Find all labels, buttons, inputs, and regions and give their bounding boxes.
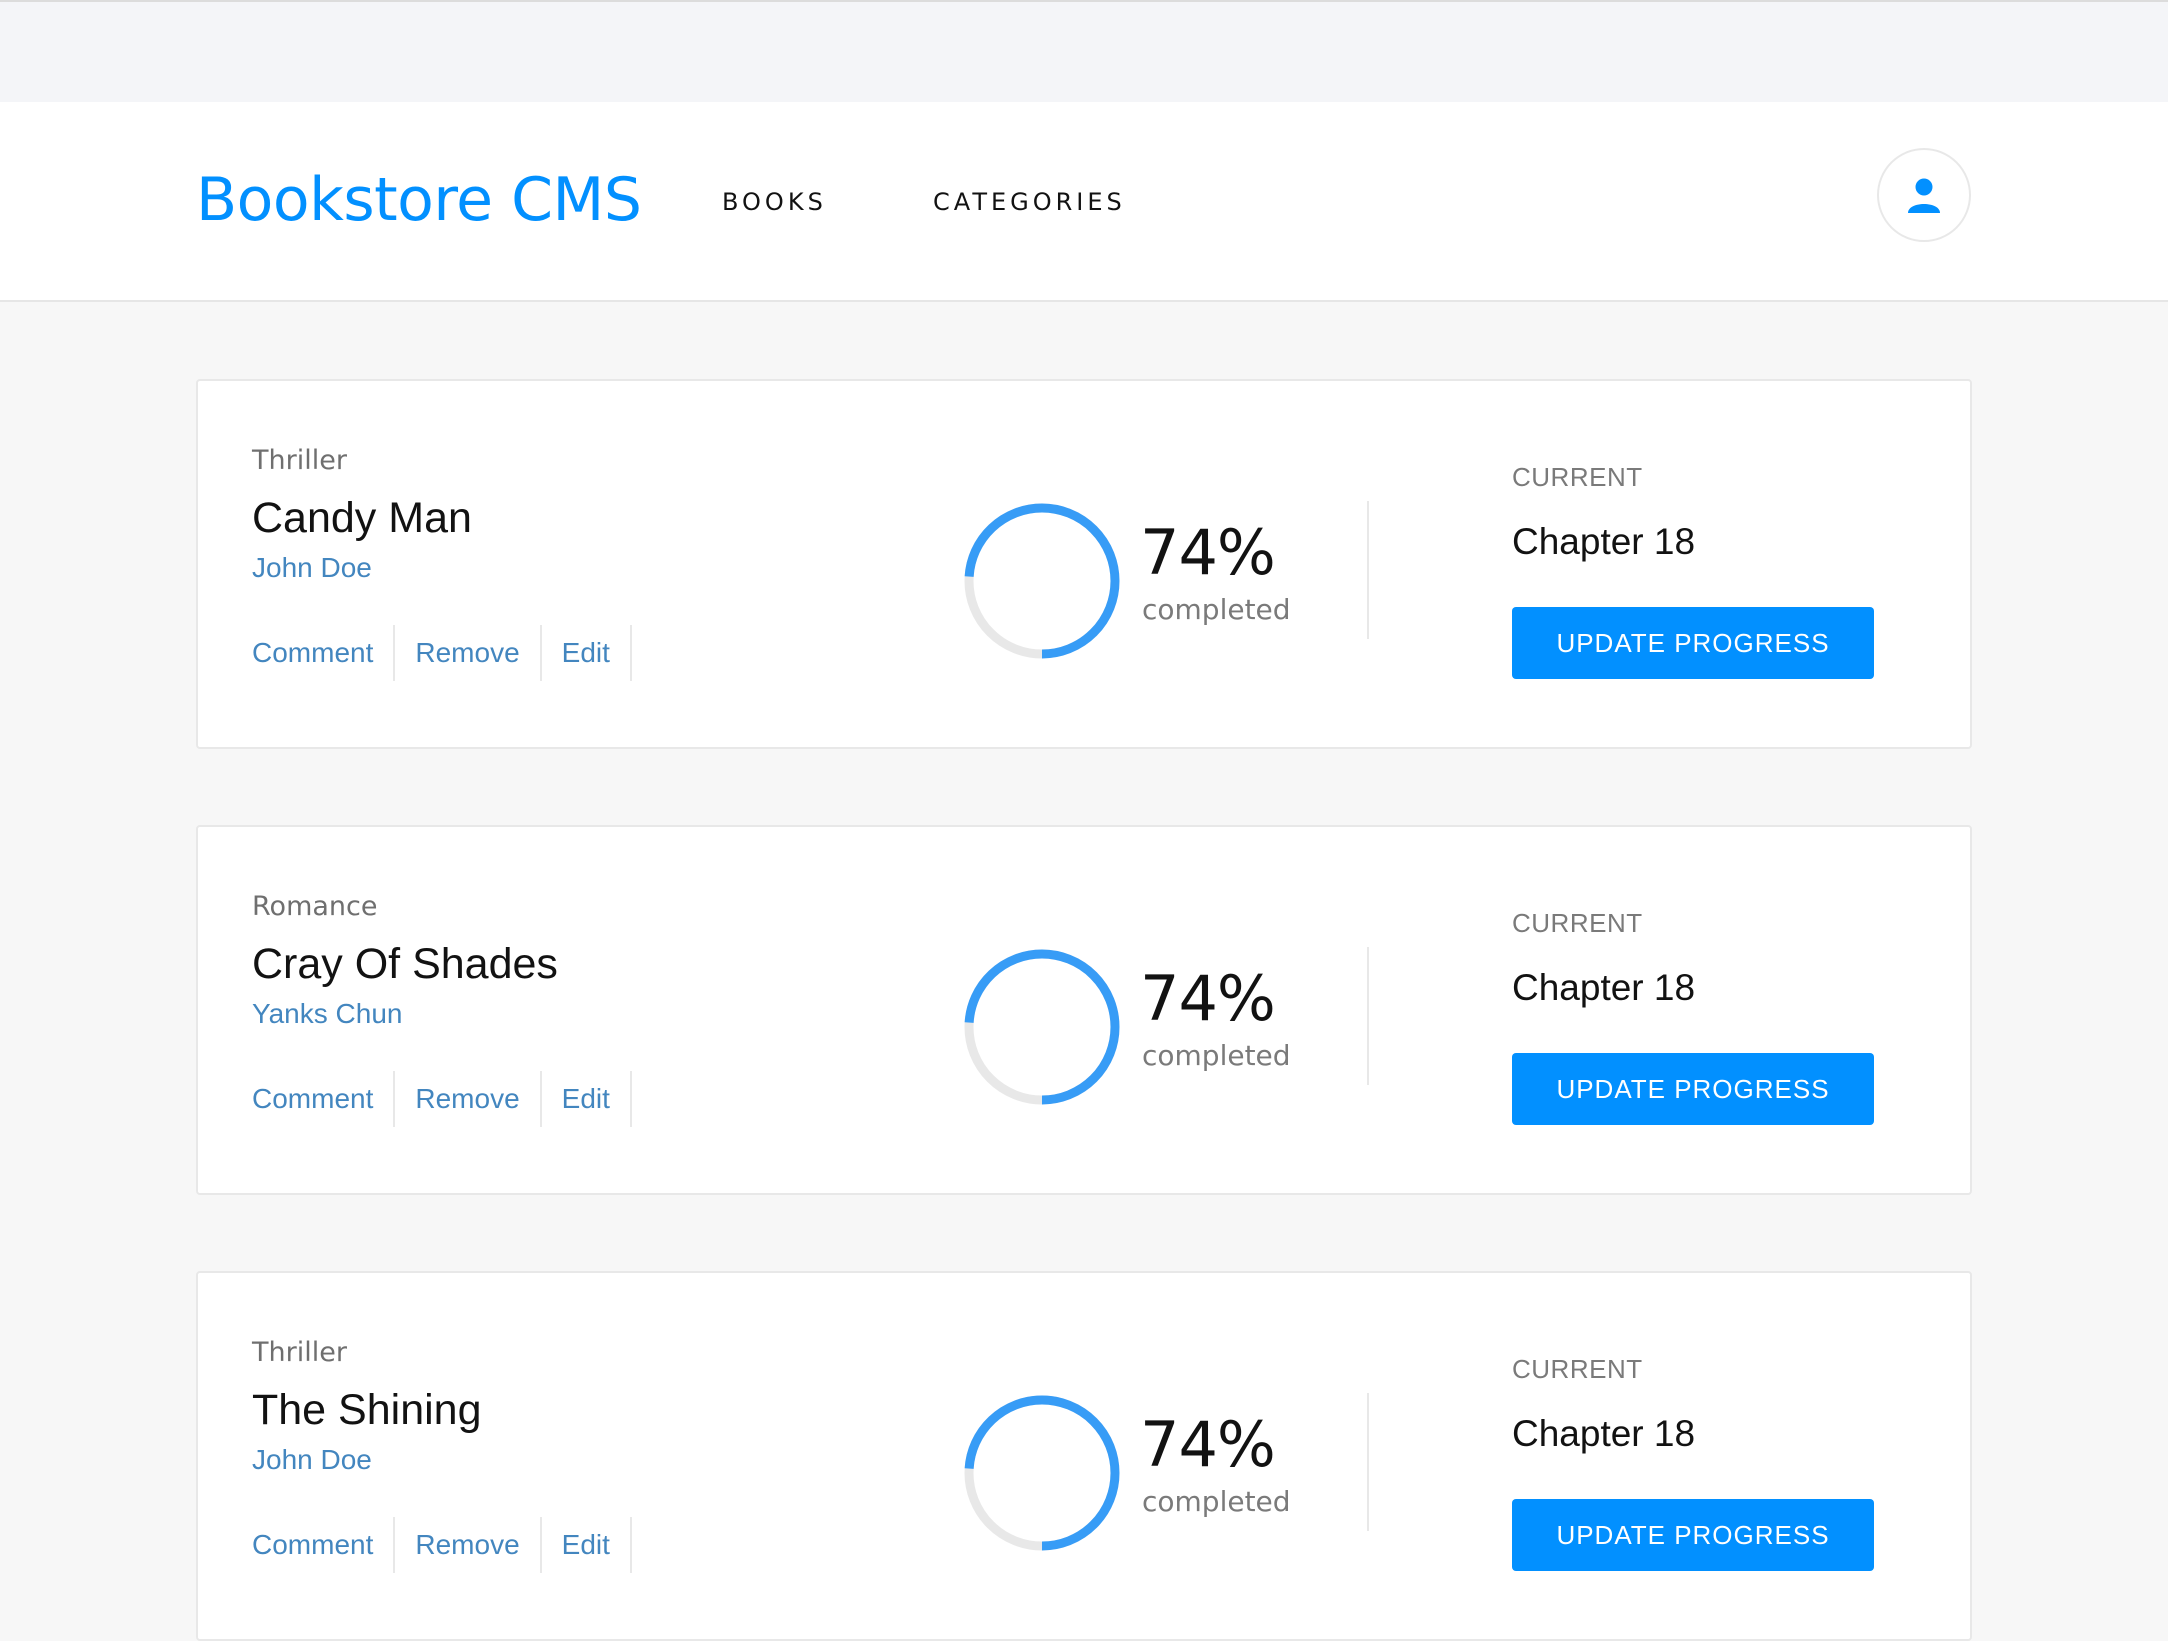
current-chapter-label: CURRENT — [1512, 908, 1643, 938]
current-chapter-label: CURRENT — [1512, 1354, 1643, 1384]
progress-percent: 74% — [1140, 516, 1276, 589]
nav-categories[interactable]: CATEGORIES — [933, 188, 1126, 216]
book-genre: Romance — [252, 891, 378, 922]
current-chapter: Chapter 18 — [1512, 967, 1696, 1008]
divider — [1367, 501, 1369, 639]
progress-ring — [964, 503, 1120, 659]
comment-button[interactable]: Comment — [252, 625, 396, 681]
book-actions: Comment Remove Edit — [252, 625, 632, 681]
remove-button[interactable]: Remove — [395, 1517, 542, 1573]
book-card: Thriller Candy Man John Doe Comment Remo… — [196, 379, 1972, 749]
current-chapter-label: CURRENT — [1512, 462, 1643, 492]
book-author[interactable]: Yanks Chun — [252, 998, 402, 1030]
progress-completed-label: completed — [1142, 1039, 1291, 1072]
book-author[interactable]: John Doe — [252, 1444, 372, 1476]
site-header: Bookstore CMS BOOKS CATEGORIES — [0, 102, 2168, 302]
update-progress-button[interactable]: UPDATE PROGRESS — [1512, 1499, 1874, 1571]
edit-button[interactable]: Edit — [542, 625, 632, 681]
edit-button[interactable]: Edit — [542, 1517, 632, 1573]
remove-button[interactable]: Remove — [395, 1071, 542, 1127]
progress-completed-label: completed — [1142, 1485, 1291, 1518]
book-genre: Thriller — [252, 445, 347, 476]
book-card: Thriller The Shining John Doe Comment Re… — [196, 1271, 1972, 1641]
divider — [1367, 1393, 1369, 1531]
book-actions: Comment Remove Edit — [252, 1517, 632, 1573]
comment-button[interactable]: Comment — [252, 1517, 396, 1573]
edit-button[interactable]: Edit — [542, 1071, 632, 1127]
progress-completed-label: completed — [1142, 593, 1291, 626]
browser-top-band — [0, 0, 2168, 102]
site-logo[interactable]: Bookstore CMS — [196, 165, 642, 235]
progress-percent: 74% — [1140, 1408, 1276, 1481]
nav-books[interactable]: BOOKS — [722, 188, 827, 216]
current-chapter: Chapter 18 — [1512, 521, 1696, 562]
user-profile-button[interactable] — [1877, 148, 1971, 242]
book-card: Romance Cray Of Shades Yanks Chun Commen… — [196, 825, 1972, 1195]
book-title: The Shining — [252, 1386, 482, 1434]
divider — [1367, 947, 1369, 1085]
update-progress-button[interactable]: UPDATE PROGRESS — [1512, 1053, 1874, 1125]
book-title: Candy Man — [252, 494, 472, 542]
update-progress-button[interactable]: UPDATE PROGRESS — [1512, 607, 1874, 679]
book-genre: Thriller — [252, 1337, 347, 1368]
progress-ring — [964, 949, 1120, 1105]
current-chapter: Chapter 18 — [1512, 1413, 1696, 1454]
book-title: Cray Of Shades — [252, 940, 558, 988]
user-icon — [1908, 178, 1940, 213]
progress-percent: 74% — [1140, 962, 1276, 1035]
book-actions: Comment Remove Edit — [252, 1071, 632, 1127]
book-author[interactable]: John Doe — [252, 552, 372, 584]
comment-button[interactable]: Comment — [252, 1071, 396, 1127]
progress-ring — [964, 1395, 1120, 1551]
remove-button[interactable]: Remove — [395, 625, 542, 681]
